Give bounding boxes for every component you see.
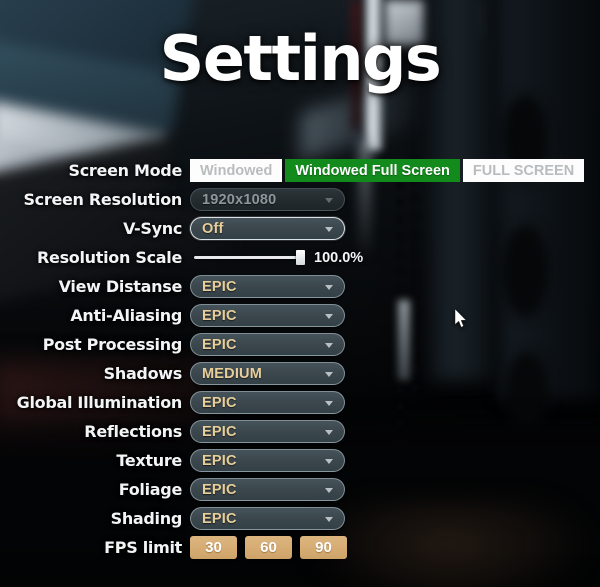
resolution-scale-slider[interactable]: 100.0%	[190, 246, 363, 269]
row-reflections: Reflections EPIC	[0, 417, 600, 446]
control-foliage: EPIC	[190, 478, 345, 501]
control-shading: EPIC	[190, 507, 345, 530]
anti-aliasing-value: EPIC	[202, 307, 237, 324]
reflections-dropdown[interactable]: EPIC	[190, 420, 345, 443]
chevron-down-icon	[325, 487, 333, 493]
chevron-down-icon	[325, 342, 333, 348]
reflections-value: EPIC	[202, 423, 237, 440]
vsync-value: Off	[202, 220, 224, 237]
shading-value: EPIC	[202, 510, 237, 527]
global-illumination-dropdown[interactable]: EPIC	[190, 391, 345, 414]
control-global-illumination: EPIC	[190, 391, 345, 414]
chevron-down-icon	[325, 458, 333, 464]
fps-limit-option-30[interactable]: 30	[190, 536, 237, 559]
label-screen-resolution: Screen Resolution	[23, 190, 182, 209]
screen-mode-segmented-control: Windowed Windowed Full Screen FULL SCREE…	[190, 159, 585, 182]
label-fps-limit: FPS limit	[104, 538, 182, 557]
row-post-processing: Post Processing EPIC	[0, 330, 600, 359]
control-screen-resolution: 1920x1080	[190, 188, 345, 211]
row-resolution-scale: Resolution Scale 100.0%	[0, 243, 600, 272]
post-processing-dropdown[interactable]: EPIC	[190, 333, 345, 356]
row-screen-resolution: Screen Resolution 1920x1080	[0, 185, 600, 214]
label-view-distance: View Distanse	[58, 277, 183, 296]
label-post-processing: Post Processing	[42, 335, 183, 354]
row-shadows: Shadows MEDIUM	[0, 359, 600, 388]
chevron-down-icon	[325, 516, 333, 522]
control-anti-aliasing: EPIC	[190, 304, 345, 327]
row-global-illumination: Global Illumination EPIC	[0, 388, 600, 417]
screen-mode-option-windowed[interactable]: Windowed	[190, 159, 283, 182]
row-screen-mode: Screen Mode Windowed Windowed Full Scree…	[0, 156, 600, 185]
chevron-down-icon	[325, 371, 333, 377]
row-texture: Texture EPIC	[0, 446, 600, 475]
control-resolution-scale: 100.0%	[190, 246, 363, 269]
view-distance-value: EPIC	[202, 278, 237, 295]
screen-resolution-value: 1920x1080	[202, 191, 277, 208]
label-screen-mode: Screen Mode	[68, 161, 183, 180]
label-anti-aliasing: Anti-Aliasing	[70, 306, 182, 325]
screen-mode-option-windowed-full-screen[interactable]: Windowed Full Screen	[285, 159, 460, 182]
screen-mode-option-full-screen[interactable]: FULL SCREEN	[462, 159, 585, 182]
row-foliage: Foliage EPIC	[0, 475, 600, 504]
label-reflections: Reflections	[84, 422, 182, 441]
row-shading: Shading EPIC	[0, 504, 600, 533]
anti-aliasing-dropdown[interactable]: EPIC	[190, 304, 345, 327]
shadows-dropdown[interactable]: MEDIUM	[190, 362, 345, 385]
fps-limit-buttons: 30 60 90	[190, 536, 347, 559]
control-view-distance: EPIC	[190, 275, 345, 298]
label-shadows: Shadows	[103, 364, 183, 383]
chevron-down-icon	[325, 284, 333, 290]
post-processing-value: EPIC	[202, 336, 237, 353]
texture-value: EPIC	[202, 452, 237, 469]
vsync-dropdown[interactable]: Off	[190, 217, 345, 240]
chevron-down-icon	[325, 197, 333, 203]
resolution-scale-value: 100.0%	[314, 249, 364, 266]
control-post-processing: EPIC	[190, 333, 345, 356]
foliage-value: EPIC	[202, 481, 237, 498]
row-fps-limit: FPS limit 30 60 90	[0, 533, 600, 562]
slider-track	[194, 256, 304, 259]
chevron-down-icon	[325, 429, 333, 435]
screen-resolution-dropdown[interactable]: 1920x1080	[190, 188, 345, 211]
chevron-down-icon	[325, 313, 333, 319]
label-texture: Texture	[116, 451, 182, 470]
slider-handle[interactable]	[296, 250, 305, 265]
row-vsync: V-Sync Off	[0, 214, 600, 243]
fps-limit-option-90[interactable]: 90	[300, 536, 347, 559]
view-distance-dropdown[interactable]: EPIC	[190, 275, 345, 298]
settings-list: Screen Mode Windowed Windowed Full Scree…	[0, 156, 600, 562]
row-anti-aliasing: Anti-Aliasing EPIC	[0, 301, 600, 330]
control-texture: EPIC	[190, 449, 345, 472]
label-resolution-scale: Resolution Scale	[37, 248, 182, 267]
global-illumination-value: EPIC	[202, 394, 237, 411]
row-view-distance: View Distanse EPIC	[0, 272, 600, 301]
foliage-dropdown[interactable]: EPIC	[190, 478, 345, 501]
page-title: Settings	[159, 22, 442, 95]
texture-dropdown[interactable]: EPIC	[190, 449, 345, 472]
control-fps-limit: 30 60 90	[190, 536, 347, 559]
shadows-value: MEDIUM	[202, 365, 263, 382]
control-vsync: Off	[190, 217, 345, 240]
control-reflections: EPIC	[190, 420, 345, 443]
label-foliage: Foliage	[118, 480, 183, 499]
shading-dropdown[interactable]: EPIC	[190, 507, 345, 530]
control-shadows: MEDIUM	[190, 362, 345, 385]
chevron-down-icon	[325, 226, 333, 232]
chevron-down-icon	[325, 400, 333, 406]
control-screen-mode: Windowed Windowed Full Screen FULL SCREE…	[190, 159, 585, 182]
settings-screen: Settings Screen Mode Windowed Windowed F…	[0, 0, 600, 587]
label-vsync: V-Sync	[123, 219, 182, 238]
fps-limit-option-60[interactable]: 60	[245, 536, 292, 559]
label-shading: Shading	[110, 509, 183, 528]
label-global-illumination: Global Illumination	[16, 393, 183, 412]
